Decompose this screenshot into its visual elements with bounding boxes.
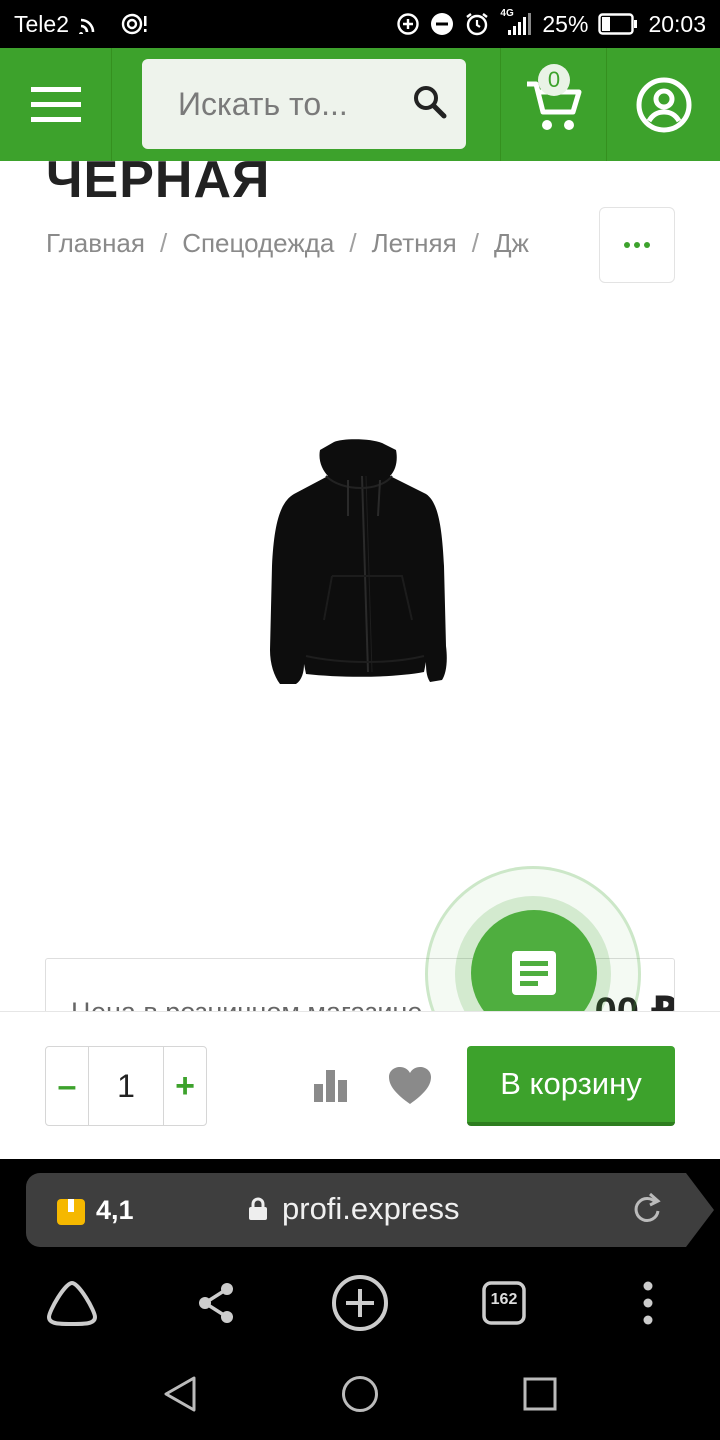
breadcrumb-item-home[interactable]: Главная [46,228,145,258]
browser-menu-button[interactable] [618,1273,678,1333]
plus-circle-icon [332,1275,388,1331]
browser-tools: 162 [0,1263,720,1343]
add-to-cart-button[interactable]: В корзину [467,1046,675,1126]
rating-badge-icon [57,1198,85,1225]
search-icon[interactable] [412,84,448,125]
dnd-icon [430,12,454,36]
breadcrumb-separator: / [159,228,168,258]
system-nav-bar [0,1349,720,1440]
breadcrumb-more-button[interactable] [599,207,675,283]
compare-button[interactable] [312,1066,350,1109]
tabs-count: 162 [490,1291,518,1308]
alice-icon [46,1280,98,1326]
signal-icon: 4G [500,8,532,36]
rating-value: 4,1 [96,1195,134,1225]
black-hoodie-image[interactable] [262,436,452,688]
url-display[interactable]: profi.express [248,1191,459,1227]
home-circle-icon [342,1376,378,1412]
site-header: 0 [0,48,720,161]
search-box[interactable] [142,59,466,149]
bar-chart-icon [314,1070,347,1102]
tabs-button[interactable]: 162 [474,1273,534,1333]
clock: 20:03 [648,10,706,37]
reload-button[interactable] [632,1191,662,1230]
address-bar[interactable]: 4,1 profi.express [26,1173,714,1247]
breadcrumb-item-workwear[interactable]: Спецодежда [182,228,334,258]
menu-button[interactable] [0,48,112,161]
carrier-label: Tele2 [14,10,69,37]
hamburger-icon [30,86,81,122]
recents-square-icon [523,1377,557,1411]
heart-icon [389,1067,431,1104]
quantity-stepper: – 1 + [45,1046,207,1126]
account-button[interactable] [608,48,720,161]
more-dots-icon [624,242,650,248]
battery-percent: 25% [542,10,589,37]
reload-icon [634,1192,661,1222]
user-icon [636,77,692,132]
lock-icon [249,1197,267,1220]
cart-count-badge: 0 [538,64,570,96]
breadcrumb-item-current[interactable]: Дж [494,228,529,258]
favorite-button[interactable] [388,1066,432,1111]
network-type-label: 4G [500,8,514,19]
hotspot-icon [121,13,149,35]
data-saver-icon [396,12,420,36]
breadcrumb: Главная / Спецодежда / Летняя / Дж [46,228,594,264]
back-button[interactable] [155,1369,205,1419]
product-action-bar: – 1 + В корзину [0,1011,720,1159]
qty-increase-button[interactable]: + [164,1047,206,1125]
battery-icon [598,13,638,35]
back-triangle-icon [164,1376,196,1412]
alice-button[interactable] [42,1273,102,1333]
url-text: profi.express [282,1191,460,1226]
new-tab-button[interactable] [330,1273,390,1333]
breadcrumb-item-summer[interactable]: Летняя [372,228,457,258]
share-button[interactable] [186,1273,246,1333]
document-icon [512,951,556,995]
cast-icon [79,14,101,34]
recents-button[interactable] [515,1369,565,1419]
breadcrumb-separator: / [349,228,357,258]
home-button[interactable] [335,1369,385,1419]
qty-decrease-button[interactable]: – [46,1047,88,1125]
status-bar: Tele2 4G 25% 20:03 [0,0,720,48]
breadcrumb-separator: / [471,228,479,258]
share-icon [199,1283,233,1323]
alarm-icon [464,11,490,37]
kebab-menu-icon [643,1281,653,1325]
site-rating[interactable]: 4,1 [56,1195,134,1226]
qty-value[interactable]: 1 [88,1047,164,1125]
cart-button[interactable]: 0 [500,48,607,161]
browser-toolbar: 4,1 profi.express 162 [0,1159,720,1440]
search-input[interactable] [178,85,388,123]
